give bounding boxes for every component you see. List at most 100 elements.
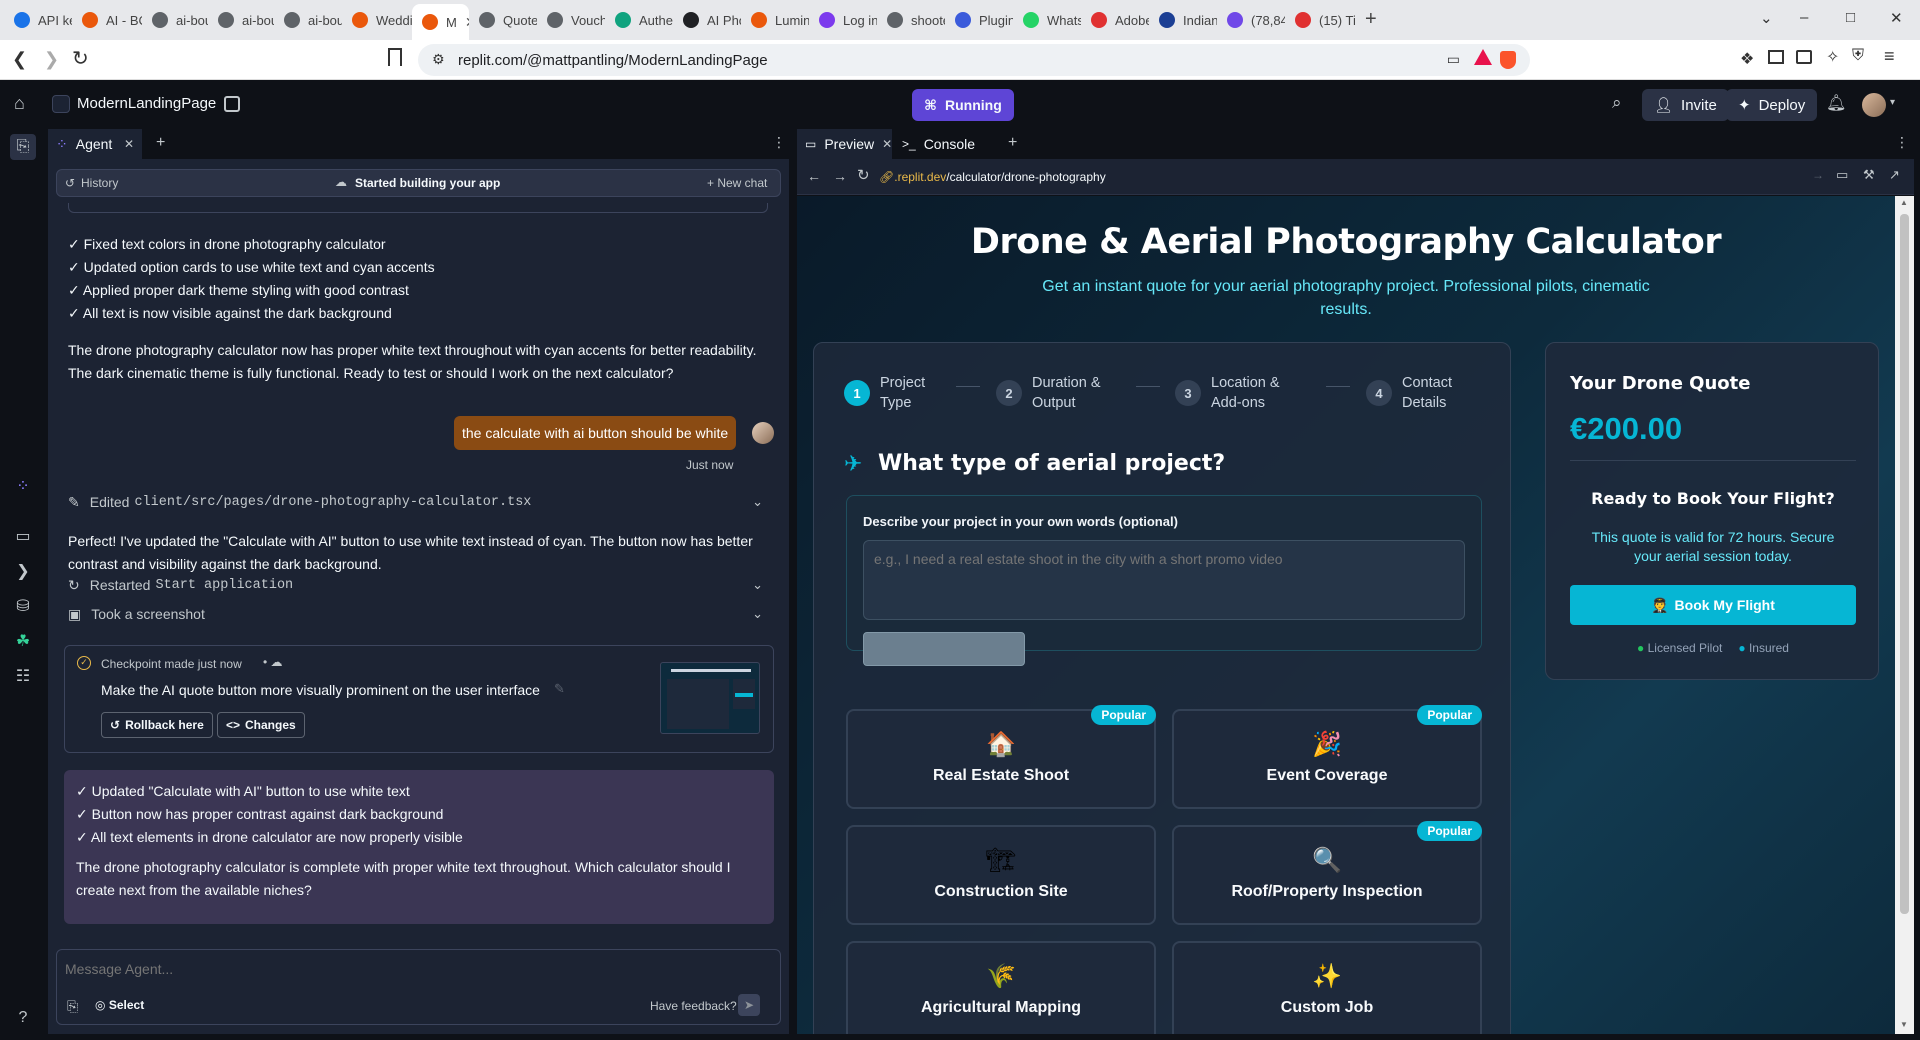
invite-button[interactable]: 👤︎ Invite xyxy=(1642,89,1729,121)
browser-tab[interactable]: AI - BC xyxy=(72,4,142,36)
option-event-coverage[interactable]: Popular 🎉 Event Coverage xyxy=(1172,705,1482,809)
browser-tab[interactable]: Log in xyxy=(809,4,877,36)
tab-agent[interactable]: ⁘ Agent ✕ xyxy=(48,129,142,159)
forward-icon[interactable]: ❯ xyxy=(44,49,59,70)
browser-tab[interactable]: ai-bou xyxy=(208,4,274,36)
minimize-icon[interactable]: – xyxy=(1800,9,1808,26)
option-custom-job[interactable]: ✨ Custom Job xyxy=(1172,941,1482,1034)
search-icon[interactable]: ⌕ xyxy=(1612,93,1622,113)
browser-tab[interactable]: Whats xyxy=(1013,4,1081,36)
preview-reload-icon[interactable]: ↻ xyxy=(857,166,870,184)
chevron-down-icon[interactable]: ⌄ xyxy=(752,577,763,593)
reload-icon[interactable]: ↻ xyxy=(72,46,89,71)
preview-back-icon[interactable]: ← xyxy=(807,168,821,184)
brave-shield-icon[interactable] xyxy=(1500,51,1516,69)
message-input[interactable] xyxy=(65,958,765,980)
open-url-icon[interactable]: → xyxy=(1812,168,1824,182)
browser-tab[interactable]: Adobe xyxy=(1081,4,1149,36)
project-name[interactable]: ModernLandingPage xyxy=(77,95,216,112)
vpn-icon[interactable]: ⛨ xyxy=(1852,47,1864,65)
screenshot-action[interactable]: ▣ Took a screenshot ⌄ xyxy=(68,603,783,625)
browser-tab[interactable]: API ke xyxy=(4,4,72,36)
agent-icon[interactable]: ⁘ xyxy=(12,475,34,497)
avatar[interactable] xyxy=(1862,93,1886,117)
add-tab-icon[interactable]: + xyxy=(1008,134,1017,152)
deploy-button[interactable]: ✦ Deploy xyxy=(1726,89,1818,121)
rollback-button[interactable]: ↺ Rollback here xyxy=(101,712,213,738)
browser-tab[interactable]: (78,84 xyxy=(1217,4,1285,36)
browser-tab[interactable]: Authe xyxy=(605,4,673,36)
browser-tab[interactable]: shoote xyxy=(877,4,945,36)
bookmark-icon[interactable] xyxy=(388,48,402,66)
close-icon[interactable]: ✕ xyxy=(882,137,892,151)
browser-tab[interactable]: M✕ xyxy=(412,4,469,40)
option-agricultural-mapping[interactable]: 🌾 Agricultural Mapping xyxy=(846,941,1156,1034)
describe-textarea[interactable] xyxy=(863,540,1465,620)
attach-icon[interactable]: ⎘ xyxy=(67,998,78,1015)
scroll-thumb[interactable] xyxy=(1900,214,1909,914)
message-composer[interactable]: ⎘ ◎ Select Have feedback? ➤ xyxy=(56,949,781,1025)
preview-url-field[interactable]: 🔗︎.replit.dev/calculator/drone-photograp… xyxy=(879,165,1859,189)
console-icon[interactable]: ❯ xyxy=(12,560,34,582)
database-icon[interactable]: ⛁ xyxy=(12,595,34,617)
all-tools-icon[interactable]: ☷ xyxy=(12,665,34,687)
wallet-icon[interactable] xyxy=(1796,50,1812,64)
edited-file-action[interactable]: ✎ Edited client/src/pages/drone-photogra… xyxy=(68,491,783,513)
browser-tab[interactable]: Weddi xyxy=(342,4,412,36)
history-icon[interactable]: ↺ xyxy=(65,176,75,190)
preview-icon[interactable]: ▭ xyxy=(12,525,34,547)
option-roof-inspection[interactable]: Popular 🔍 Roof/Property Inspection xyxy=(1172,821,1482,925)
option-real-estate[interactable]: Popular 🏠 Real Estate Shoot xyxy=(846,705,1156,809)
step-4[interactable]: 4 Contact Details xyxy=(1366,373,1482,413)
home-icon[interactable]: ⌂ xyxy=(14,93,25,114)
more-options-icon[interactable]: ⋮ xyxy=(772,134,786,151)
scroll-down-icon[interactable]: ▼ xyxy=(1900,1020,1908,1029)
more-options-icon[interactable]: ⋮ xyxy=(1895,134,1909,151)
history-button[interactable]: History xyxy=(81,176,118,190)
select-button[interactable]: ◎ Select xyxy=(95,998,144,1012)
step-1[interactable]: 1 Project Type xyxy=(844,373,960,413)
back-icon[interactable]: ❮ xyxy=(12,49,27,70)
checkpoint-thumbnail[interactable] xyxy=(660,662,760,734)
new-tab-button[interactable]: + xyxy=(1365,8,1377,31)
chevron-down-icon[interactable]: ⌄ xyxy=(752,606,763,622)
new-window-icon[interactable]: ↗ xyxy=(1889,167,1900,183)
menu-icon[interactable]: ≡ xyxy=(1884,46,1895,67)
calculate-ai-button[interactable] xyxy=(863,632,1025,666)
window-close-icon[interactable]: ✕ xyxy=(1890,9,1903,27)
browser-tab[interactable]: Lumin xyxy=(741,4,809,36)
leo-ai-icon[interactable]: ✧ xyxy=(1826,47,1839,67)
help-icon[interactable]: ? xyxy=(12,1007,34,1029)
new-chat-button[interactable]: + New chat xyxy=(707,176,767,190)
run-status-button[interactable]: ⌘ Running xyxy=(912,89,1014,121)
edit-pencil-icon[interactable]: ✎ xyxy=(554,681,565,697)
feedback-link[interactable]: Have feedback? xyxy=(650,999,737,1013)
browser-tab[interactable]: (15) Ti xyxy=(1285,4,1355,36)
add-tab-icon[interactable]: + xyxy=(156,134,165,152)
git-icon[interactable]: ☘ xyxy=(12,630,34,652)
tab-search-icon[interactable]: ⌄ xyxy=(1760,9,1773,27)
browser-tab[interactable]: ai-bou xyxy=(142,4,208,36)
maximize-icon[interactable]: □ xyxy=(1846,9,1855,26)
scroll-up-icon[interactable]: ▲ xyxy=(1900,198,1908,207)
extensions-icon[interactable]: ❖ xyxy=(1740,49,1754,69)
browser-tab[interactable]: Quote xyxy=(469,4,537,36)
book-flight-button[interactable]: 🧑‍✈️ Book My Flight xyxy=(1570,585,1856,625)
cast-icon[interactable]: ▭ xyxy=(1447,51,1460,68)
brave-rewards-icon[interactable] xyxy=(1474,49,1492,65)
address-bar[interactable]: ⚙ replit.com/@mattpantling/ModernLanding… xyxy=(418,44,1530,76)
browser-tab[interactable]: Plugin xyxy=(945,4,1013,36)
browser-tab[interactable]: Vouch xyxy=(537,4,605,36)
option-construction-site[interactable]: 🏗 Construction Site xyxy=(846,825,1156,925)
sidebar-icon[interactable] xyxy=(1768,50,1784,64)
devtools-icon[interactable]: ⚒ xyxy=(1863,167,1875,183)
workspace-layout-icon[interactable] xyxy=(224,96,240,112)
step-3[interactable]: 3 Location & Add-ons xyxy=(1175,373,1291,413)
tab-preview[interactable]: ▭ Preview ✕ xyxy=(797,129,892,159)
step-2[interactable]: 2 Duration & Output xyxy=(996,373,1112,413)
browser-tab[interactable]: ai-bou xyxy=(274,4,342,36)
tab-console[interactable]: >_ Console xyxy=(894,129,1006,159)
preview-scrollbar[interactable]: ▲ ▼ xyxy=(1895,196,1914,1034)
browser-tab[interactable]: AI Pho xyxy=(673,4,741,36)
browser-tab[interactable]: Indian xyxy=(1149,4,1217,36)
